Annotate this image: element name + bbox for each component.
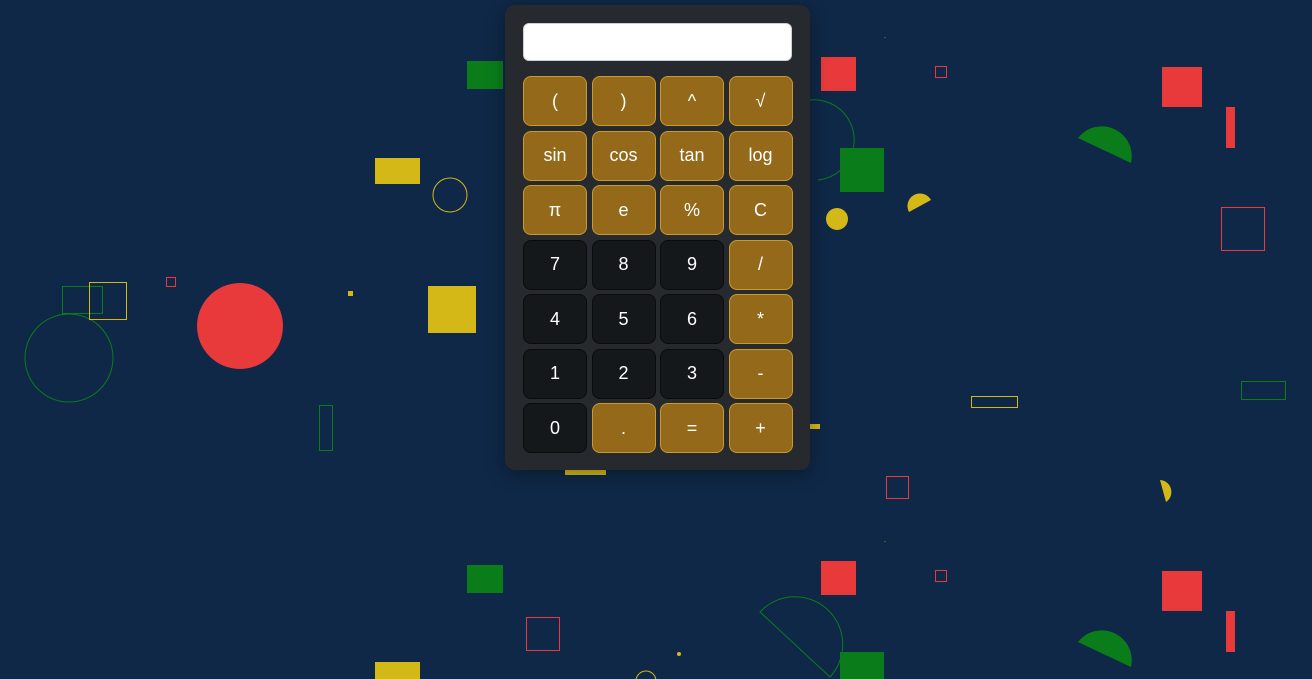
yellow-dot (348, 291, 353, 296)
digit-9-button[interactable]: 9 (660, 239, 724, 290)
keypad: () ^ √ sin cos tan log π e% C 7 8 9/ 4 5 6 * 1 2 3- 0. = + (523, 76, 793, 453)
close-paren-button[interactable]: ) (591, 76, 656, 126)
equals-button[interactable]: = (660, 403, 724, 453)
yellow-dot (826, 208, 848, 230)
decimal-button[interactable]: . (591, 403, 656, 453)
yellow-outline-circle (635, 670, 657, 679)
yellow-dot (677, 652, 681, 656)
green-square (467, 61, 503, 89)
red-outline-square (1221, 207, 1265, 251)
green-outline-rect (62, 286, 103, 314)
power-button[interactable]: ^ (660, 76, 724, 126)
red-square (821, 57, 856, 91)
digit-0-button[interactable]: 0 (523, 403, 587, 453)
percent-button[interactable]: % (660, 185, 724, 235)
digit-4-button[interactable]: 4 (523, 294, 587, 344)
green-half-circle (1078, 630, 1132, 667)
red-outline-square (526, 617, 560, 651)
multiply-button[interactable]: * (728, 294, 793, 344)
red-square (1162, 67, 1202, 107)
green-speck (884, 37, 886, 38)
green-half-circle (1078, 126, 1132, 163)
yellow-half-circle (1160, 480, 1172, 502)
sin-button[interactable]: sin (523, 130, 587, 181)
digit-3-button[interactable]: 3 (660, 348, 724, 399)
digit-1-button[interactable]: 1 (523, 348, 587, 399)
digit-7-button[interactable]: 7 (523, 239, 587, 290)
yellow-half-circle (907, 193, 931, 212)
euler-button[interactable]: e (591, 185, 656, 235)
green-square (467, 565, 503, 593)
red-square (821, 561, 856, 595)
red-bar (1226, 611, 1235, 652)
tan-button[interactable]: tan (660, 130, 724, 181)
green-outline-half-circle (759, 596, 844, 678)
display-field[interactable] (523, 23, 792, 61)
yellow-dash (810, 424, 820, 429)
green-square (840, 148, 884, 192)
pi-button[interactable]: π (523, 185, 587, 235)
red-outline-square (935, 66, 947, 78)
calculator: () ^ √ sin cos tan log π e% C 7 8 9/ 4 5 6 * 1 2 3- 0. = + (505, 5, 810, 470)
green-speck (884, 541, 886, 542)
subtract-button[interactable]: - (728, 348, 793, 399)
red-outline-square (166, 277, 176, 287)
red-outline-square (935, 570, 947, 582)
add-button[interactable]: + (728, 403, 793, 453)
digit-8-button[interactable]: 8 (591, 239, 656, 290)
yellow-rect (375, 158, 420, 184)
divide-button[interactable]: / (728, 239, 793, 290)
red-square (1162, 571, 1202, 611)
green-outline-rect (1241, 381, 1286, 400)
digit-2-button[interactable]: 2 (591, 348, 656, 399)
log-button[interactable]: log (728, 130, 793, 181)
yellow-outline-rect (971, 396, 1018, 408)
digit-6-button[interactable]: 6 (660, 294, 724, 344)
clear-button[interactable]: C (728, 185, 793, 235)
digit-5-button[interactable]: 5 (591, 294, 656, 344)
open-paren-button[interactable]: ( (523, 76, 587, 126)
yellow-rect (375, 662, 420, 679)
red-bar (1226, 107, 1235, 148)
red-circle (197, 283, 283, 369)
green-outline-circle (24, 313, 114, 403)
green-outline-rect (319, 405, 333, 451)
red-outline-square (886, 476, 909, 499)
yellow-square (428, 286, 476, 333)
yellow-outline-circle (432, 177, 468, 213)
sqrt-button[interactable]: √ (728, 76, 793, 126)
green-square (840, 652, 884, 679)
cos-button[interactable]: cos (591, 130, 656, 181)
